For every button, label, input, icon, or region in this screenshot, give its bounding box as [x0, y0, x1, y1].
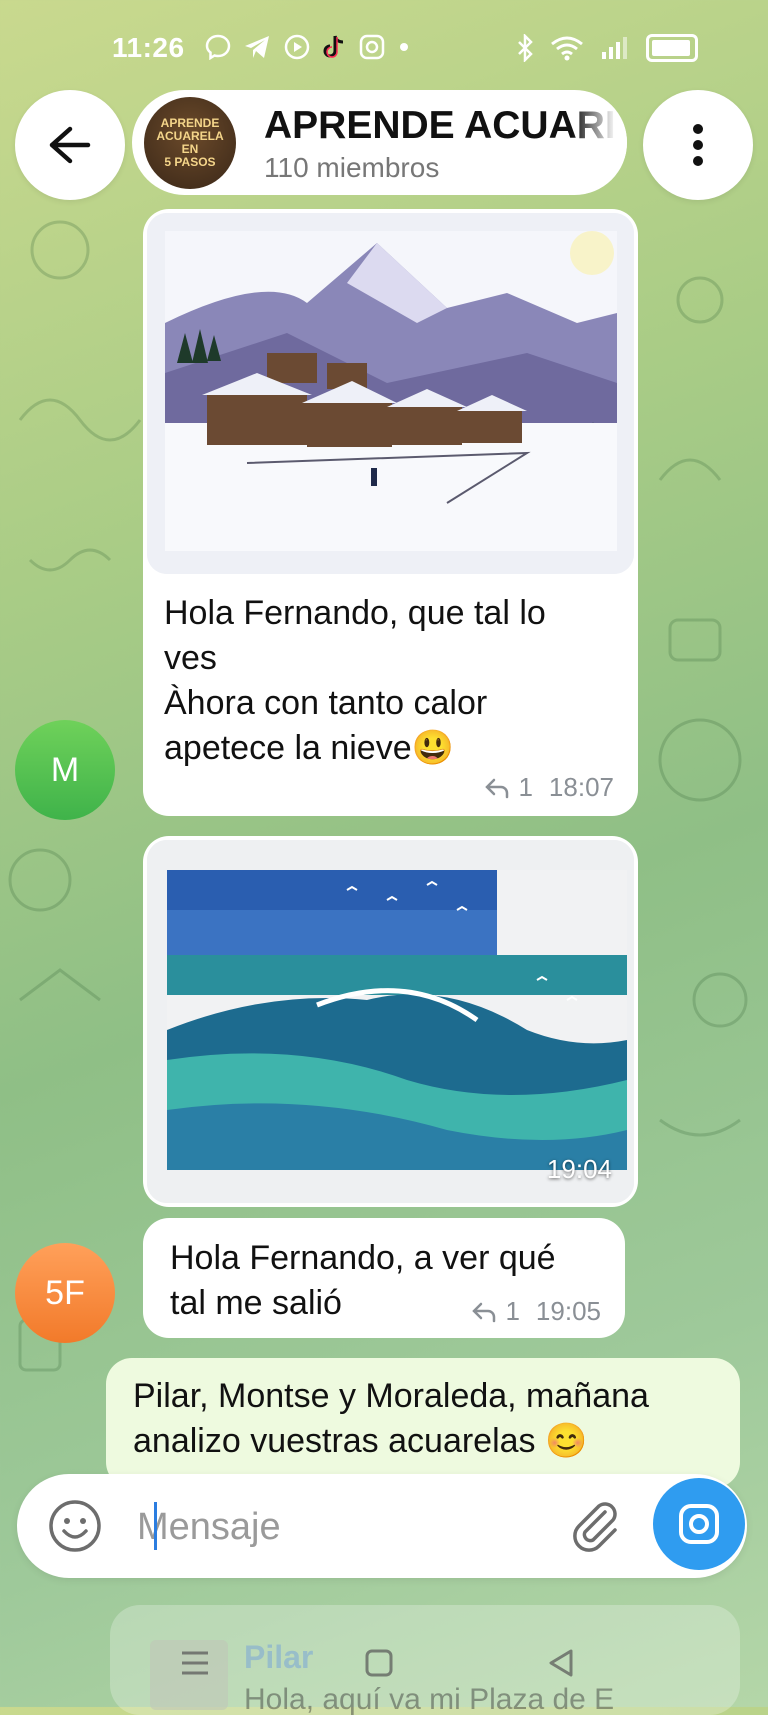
telegram-icon [245, 36, 269, 58]
battery-icon [646, 34, 698, 62]
camera-icon [679, 1504, 719, 1544]
paperclip-icon[interactable] [565, 1496, 625, 1556]
message-text-line: Àhora con tanto calor [164, 684, 488, 722]
avatar-initial: M [50, 750, 80, 789]
bluetooth-icon [518, 34, 533, 62]
avatar-initial: 5F [45, 1273, 85, 1312]
message-text-line: Hola Fernando, a ver qué [170, 1239, 556, 1277]
title-fade [572, 90, 627, 195]
message-text-line: apetece la nieve😃 [164, 729, 454, 767]
ocean-wave-painting [147, 840, 634, 1203]
instagram-icon [359, 34, 385, 60]
dot-icon [400, 43, 408, 51]
back-button[interactable] [15, 90, 125, 200]
reply-arrow-icon [485, 778, 509, 798]
camera-button[interactable] [653, 1478, 745, 1570]
message-bubble[interactable]: 19:04 [143, 836, 638, 1207]
tiktok-icon [323, 35, 344, 58]
home-button[interactable] [354, 1638, 404, 1688]
message-meta: 1 18:07 [484, 772, 614, 803]
message-photo-wave[interactable]: 19:04 [147, 840, 634, 1203]
system-status-icons [516, 34, 698, 62]
group-avatar[interactable]: APRENDE ACUARELA EN 5 PASOS [144, 97, 236, 189]
group-title: APRENDE ACUARI [264, 104, 616, 147]
message-time: 18:07 [548, 772, 614, 802]
more-options-button[interactable] [643, 90, 753, 200]
sender-avatar[interactable]: M [15, 720, 115, 820]
message-time: 19:05 [535, 1296, 601, 1326]
signal-icon [602, 37, 627, 59]
recent-apps-button[interactable] [170, 1638, 220, 1688]
message-photo-mountains[interactable] [147, 213, 634, 574]
triangle-back-icon [549, 1649, 573, 1677]
notification-icons [205, 34, 411, 60]
member-count: 110 miembros [264, 152, 440, 183]
wifi-icon [551, 36, 583, 61]
sender-avatar[interactable]: 5F [15, 1243, 115, 1343]
message-text-line: analizo vuestras acuarelas 😊 [133, 1422, 588, 1460]
facebook-messenger-icon [205, 34, 231, 60]
message-meta: 1 19:05 [471, 1296, 601, 1327]
message-text-line: Hola Fernando, que tal lo [164, 594, 546, 632]
smiley-icon[interactable] [47, 1498, 103, 1554]
snowy-village-painting [147, 213, 634, 574]
message-composer [17, 1474, 747, 1578]
reply-count[interactable]: 1 [505, 1296, 519, 1327]
message-text-line: Pilar, Montse y Moraleda, mañana [133, 1377, 649, 1415]
message-bubble[interactable]: Hola Fernando, que tal lo ves Àhora con … [143, 209, 638, 816]
photo-time: 19:04 [546, 1154, 612, 1184]
square-icon [365, 1649, 393, 1677]
own-message-bubble[interactable]: Pilar, Montse y Moraleda, mañana analizo… [106, 1358, 740, 1488]
text-caret [154, 1502, 157, 1550]
youtube-icon [284, 34, 310, 60]
menu-lines-icon [182, 1651, 208, 1675]
message-input[interactable] [135, 1496, 559, 1558]
reply-arrow-icon [472, 1302, 496, 1322]
avatar-line: 5 PASOS [164, 155, 216, 169]
system-nav-bar [0, 1630, 768, 1707]
chat-header[interactable]: APRENDE ACUARELA EN 5 PASOS APRENDE ACUA… [132, 90, 627, 195]
reply-count[interactable]: 1 [518, 772, 532, 803]
status-time: 11:26 [112, 32, 185, 63]
arrow-left-icon [49, 126, 91, 164]
vertical-dots-icon [693, 124, 703, 166]
back-nav-button[interactable] [537, 1638, 587, 1688]
status-bar: 11:26 [0, 0, 768, 96]
message-bubble[interactable]: Hola Fernando, a ver qué tal me salió 1 … [143, 1218, 625, 1338]
message-text-line: ves [164, 639, 217, 677]
